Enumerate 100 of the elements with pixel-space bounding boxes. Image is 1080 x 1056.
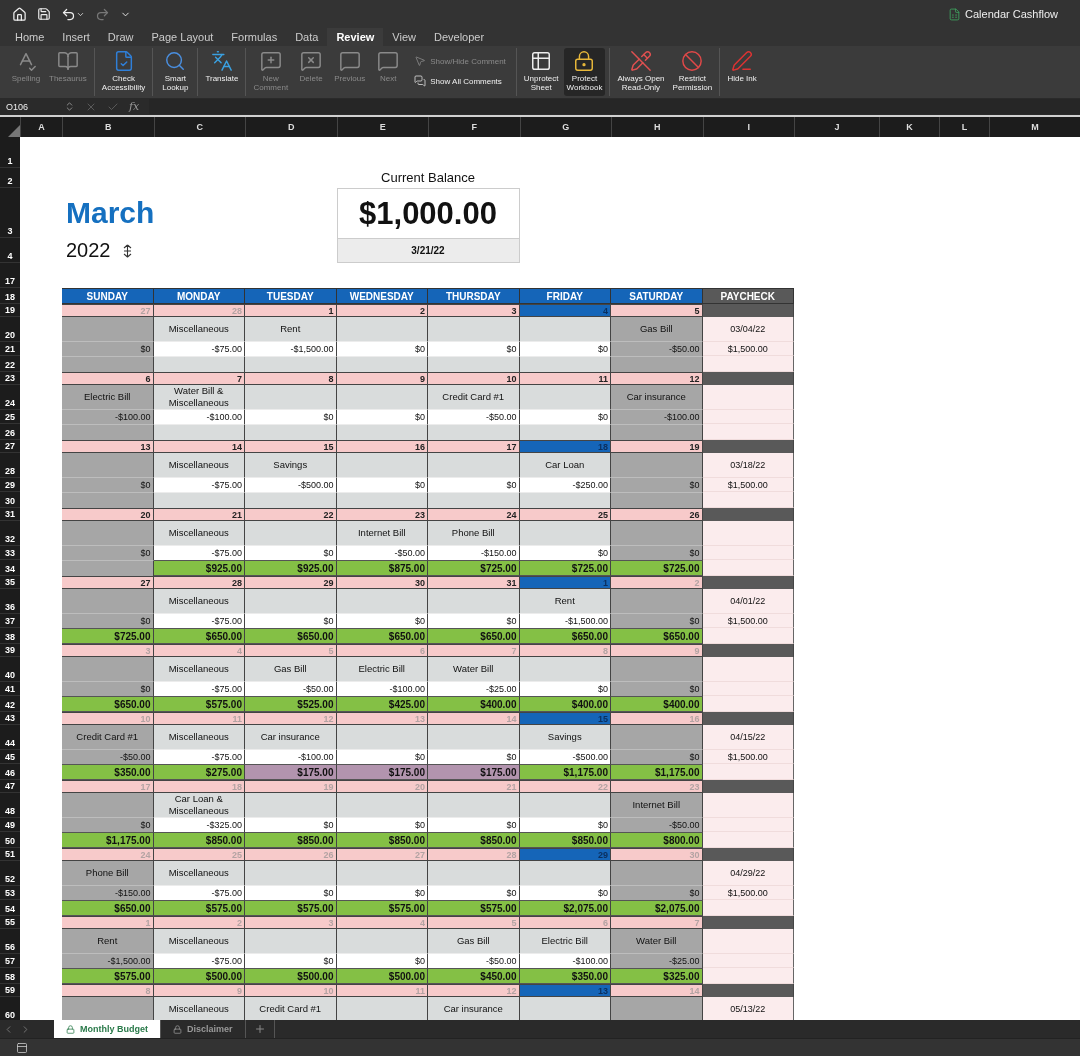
amount-cell: -$1,500.00 [62,954,154,968]
ribbon-tab[interactable]: View [383,28,425,46]
day-header: FRIDAY [519,288,611,304]
home-button[interactable] [12,6,27,22]
name-box[interactable]: O106 [6,101,54,112]
day-header: SUNDAY [62,288,154,304]
date-cell: 15 [519,712,611,725]
date-cell: 14 [153,440,245,453]
date-cell: 7 [428,644,520,657]
row-header: 2 [0,168,20,188]
amount-cell: $0 [611,886,703,900]
ribbon-tab[interactable]: Formulas [222,28,287,46]
row-header: 53 [0,886,20,900]
row-header: 21 [0,342,20,356]
date-cell: 6 [336,644,428,657]
amount-cell: -$100.00 [611,410,703,424]
date-cell: 3 [62,644,154,657]
ribbon-tab[interactable]: Page Layout [142,28,223,46]
date-cell: 2 [611,576,703,589]
ribbon-tab[interactable]: Insert [53,28,99,46]
bill-label-cell: Gas Bill [428,929,520,954]
balance-cell: $575.00 [336,900,428,916]
bill-label-cell: Miscellaneous [153,453,245,478]
ribbon-button[interactable]: Unprotect Sheet [520,48,562,96]
balance-caption: Current Balance [380,169,476,187]
balance-cell: $275.00 [153,764,245,780]
date-cell: 9 [336,372,428,385]
balance-cell: $1,175.00 [519,764,611,780]
formula-input[interactable] [149,99,1080,114]
date-cell: 16 [336,440,428,453]
spinner-icon[interactable] [122,243,132,258]
undo-button[interactable] [61,6,85,22]
balance-cell: $525.00 [245,696,337,712]
balance-cell: $850.00 [336,832,428,848]
function-button[interactable]: fx [129,100,140,113]
day-header: THURSDAY [428,288,520,304]
date-cell: 3 [245,916,337,929]
bill-label-cell: Miscellaneous [153,861,245,886]
ribbon-tab[interactable]: Data [286,28,328,46]
date-cell: 6 [62,372,154,385]
balance-cell: $400.00 [519,696,611,712]
date-cell: 21 [428,780,520,793]
save-button[interactable] [37,7,51,21]
ribbon-button[interactable]: Smart Lookup [157,48,194,96]
date-cell: 5 [245,644,337,657]
ribbon-tab[interactable]: Home [6,28,54,46]
ribbon-button[interactable]: Hide Ink [724,48,761,96]
ribbon-tab[interactable]: Review [327,28,384,46]
bill-label-cell: Electric Bill [336,657,428,682]
ribbon-button[interactable]: Translate [202,48,242,96]
balance-cell: $650.00 [611,628,703,644]
redo-button[interactable] [95,6,110,22]
table-icon [530,50,553,72]
date-cell: 13 [336,712,428,725]
row-header: 18 [0,288,20,304]
ribbon-button[interactable]: Always Open Read-Only [614,48,668,96]
search-icon [164,50,187,72]
row-header: 26 [0,424,20,440]
row-header: 44 [0,725,20,750]
amount-cell: $0 [62,342,154,356]
small-button[interactable]: Show All Comments [408,74,512,88]
pointer-icon [414,55,427,67]
spreadsheet-icon [948,7,962,21]
date-cell: 12 [611,372,703,385]
ribbon-button[interactable]: Check Accessibility [98,48,149,96]
date-cell: 31 [428,576,520,589]
balance-cell: $650.00 [62,900,154,916]
row-header: 39 [0,644,20,657]
date-cell: 15 [245,440,337,453]
date-cell: 1 [519,576,611,589]
date-cell: 19 [611,440,703,453]
row-header: 52 [0,861,20,886]
paycheck-cell: $1,500.00 [702,342,794,356]
balance-cell: $850.00 [153,832,245,848]
balance-cell: $2,075.00 [611,900,703,916]
date-cell: 12 [245,712,337,725]
date-cell: 10 [245,984,337,997]
balance-cell: $2,075.00 [519,900,611,916]
ribbon-tab[interactable]: Developer [425,28,494,46]
paycheck-cell: $1,500.00 [702,478,794,492]
bill-label-cell: Savings [519,725,611,750]
balance-cell: $175.00 [336,764,428,780]
bill-label-cell: Miscellaneous [153,997,245,1020]
date-cell: 28 [428,848,520,861]
balance-cell: $850.00 [519,832,611,848]
date-cell: 25 [153,848,245,861]
ribbon-button[interactable]: Protect Workbook [563,48,606,96]
ribbon-tab[interactable]: Draw [98,28,143,46]
day-header: MONDAY [153,288,245,304]
balance-date: 3/21/22 [336,238,520,263]
row-header: 47 [0,780,20,793]
ribbon-button[interactable]: Restrict Permission [669,48,716,96]
undo-icon [61,6,76,22]
row-header: 32 [0,521,20,546]
sheet-tab[interactable]: Monthly Budget [54,1020,161,1038]
day-header: TUESDAY [245,288,337,304]
balance-cell: $575.00 [62,968,154,984]
date-cell: 22 [519,780,611,793]
amount-cell: -$50.00 [611,818,703,832]
row-header: 37 [0,614,20,628]
